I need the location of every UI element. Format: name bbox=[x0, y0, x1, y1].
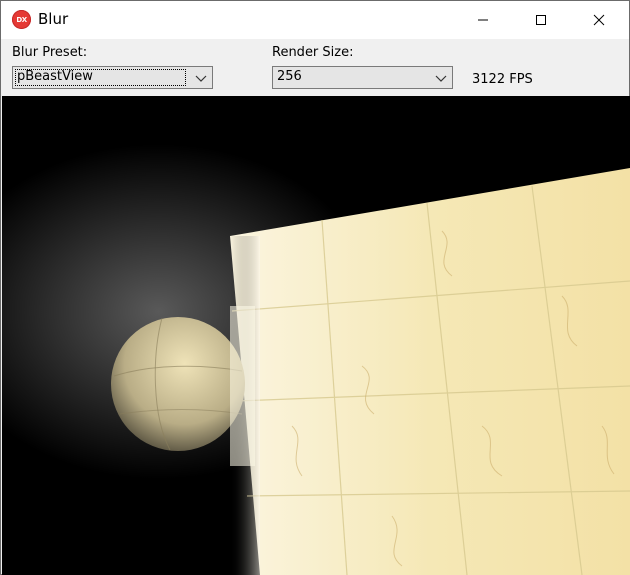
maximize-icon bbox=[536, 15, 546, 25]
app-window: DX Blur Blur Preset: pBeastView Render S… bbox=[0, 0, 630, 575]
title-bar[interactable]: DX Blur bbox=[1, 1, 629, 39]
blur-preset-select[interactable]: pBeastView bbox=[12, 66, 213, 89]
fps-counter: 3122 FPS bbox=[472, 72, 533, 87]
render-size-select[interactable]: 256 bbox=[272, 66, 453, 89]
minimize-button[interactable] bbox=[460, 1, 506, 39]
maximize-button[interactable] bbox=[518, 1, 564, 39]
render-size-value: 256 bbox=[277, 69, 302, 84]
chevron-down-icon bbox=[435, 75, 447, 82]
blur-preset-label: Blur Preset: bbox=[12, 45, 88, 60]
window-title: Blur bbox=[38, 10, 69, 28]
scene-render bbox=[2, 96, 630, 575]
close-button[interactable] bbox=[576, 1, 622, 39]
chevron-down-icon bbox=[195, 75, 207, 82]
minimize-icon bbox=[478, 19, 488, 21]
toolbar: Blur Preset: pBeastView Render Size: 256… bbox=[1, 39, 629, 95]
render-viewport[interactable] bbox=[2, 96, 630, 575]
blur-preset-value: pBeastView bbox=[17, 69, 93, 84]
marble-floor bbox=[230, 168, 630, 575]
close-icon bbox=[593, 14, 605, 26]
directx-icon: DX bbox=[12, 10, 31, 29]
render-size-label: Render Size: bbox=[272, 45, 354, 60]
